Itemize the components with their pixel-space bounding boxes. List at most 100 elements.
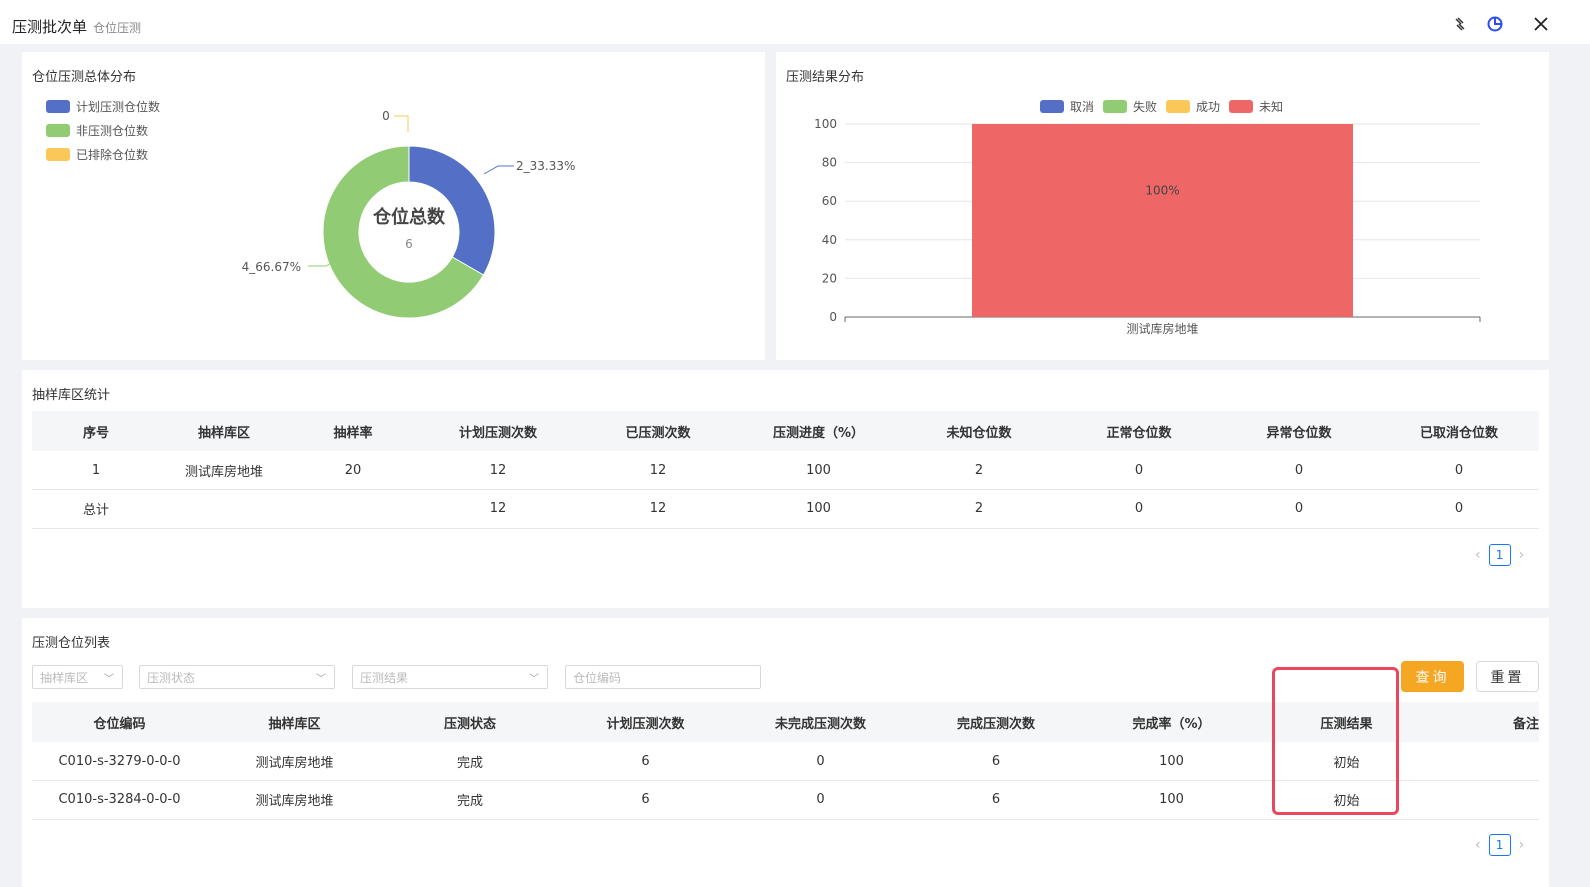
table-cell: 0 — [1219, 451, 1379, 490]
next-page-icon[interactable]: › — [1519, 547, 1525, 563]
column-header: 完成压测次数 — [908, 702, 1084, 742]
table-cell: 测试库房地堆 — [160, 451, 288, 490]
chevron-down-icon: ﹀ — [316, 674, 326, 685]
table-cell: 0 — [1379, 451, 1539, 490]
column-header: 压测状态 — [382, 702, 558, 742]
prev-page-icon[interactable]: ‹ — [1475, 837, 1481, 853]
zone-select[interactable]: 抽样库区 ﹀ — [32, 665, 123, 689]
column-header: 正常仓位数 — [1059, 411, 1219, 451]
donut-center-label: 仓位总数 — [372, 206, 446, 228]
link-icon[interactable] — [1450, 14, 1470, 34]
table-cell — [1434, 742, 1539, 781]
prev-page-icon[interactable]: ‹ — [1475, 547, 1481, 563]
status-select[interactable]: 压测状态 ﹀ — [139, 665, 335, 689]
table-cell: 0 — [733, 780, 908, 820]
pie-chart-icon[interactable] — [1485, 14, 1505, 34]
bar-panel: 压测结果分布 取消 失败 成功 未知 100 80 60 40 20 0 100% 测试库房… — [776, 52, 1549, 360]
column-header: 异常仓位数 — [1219, 411, 1379, 451]
table-row: 1 测试库房地堆 20 12 12 100 2 0 0 0 — [32, 451, 1539, 490]
y-tick-label: 0 — [829, 310, 837, 324]
table-cell: 12 — [578, 489, 738, 529]
column-header: 未完成压测次数 — [733, 702, 908, 742]
bar-chart: 100 80 60 40 20 0 100% 测试库房地堆 — [814, 117, 1481, 336]
slice-label-excluded: 0 — [382, 109, 390, 123]
y-tick-label: 80 — [822, 156, 837, 170]
table-cell: 2 — [899, 451, 1059, 490]
chevron-down-icon: ﹀ — [104, 674, 114, 685]
slice-label-non: 4_66.67% — [242, 260, 301, 274]
chevron-down-icon: ﹀ — [529, 674, 539, 685]
column-header: 计划压测次数 — [418, 411, 578, 451]
status-select-placeholder: 压测状态 — [147, 670, 196, 685]
table-cell: 测试库房地堆 — [207, 780, 382, 820]
x-category-label: 测试库房地堆 — [1126, 321, 1198, 336]
table-cell: 完成 — [382, 742, 558, 781]
zone-select-placeholder: 抽样库区 — [40, 670, 89, 685]
y-tick-label: 20 — [822, 271, 837, 285]
donut-center-value: 6 — [405, 237, 413, 251]
column-header: 已压测次数 — [578, 411, 738, 451]
bar-unknown[interactable] — [972, 124, 1353, 317]
slice-label-planned: 2_33.33% — [516, 159, 575, 173]
column-header: 完成率（%） — [1084, 702, 1259, 742]
table-cell: 100 — [738, 489, 899, 529]
page-title: 压测批次单 仓位压测 — [12, 16, 141, 37]
table-cell: 2 — [899, 489, 1059, 529]
y-tick-label: 40 — [822, 233, 837, 247]
sample-stats-panel: 抽样库区统计 序号 抽样库区 抽样率 计划压测次数 已压测次数 压测进度（%） 未知仓位数正… — [22, 370, 1549, 608]
table-cell: 6 — [908, 780, 1084, 820]
page-header: 压测批次单 仓位压测 — [0, 0, 1590, 44]
result-select-placeholder: 压测结果 — [360, 670, 409, 685]
table-cell: 0 — [1379, 489, 1539, 529]
table-cell: 12 — [418, 489, 578, 529]
leader-line-planned — [483, 165, 514, 175]
table-cell: 100 — [738, 451, 899, 490]
table-row: C010-s-3279-0-0-0 测试库房地堆 完成 6 0 6 100 初始 — [32, 742, 1539, 781]
y-tick-label: 100 — [814, 117, 837, 131]
page-title-text: 压测批次单 — [12, 18, 88, 36]
table-row: 总计 12 12 100 2 0 0 0 — [32, 489, 1539, 529]
column-header: 压测进度（%） — [738, 411, 899, 451]
position-code-placeholder: 仓位编码 — [573, 670, 622, 685]
table-row: C010-s-3284-0-0-0 测试库房地堆 完成 6 0 6 100 初始 — [32, 780, 1539, 820]
table-cell: 20 — [288, 451, 418, 490]
list-panel-title: 压测仓位列表 — [32, 636, 111, 651]
position-code-input[interactable]: 仓位编码 — [565, 665, 761, 689]
position-list-table: 仓位编码 抽样库区 压测状态 计划压测次数 未完成压测次数 完成压测次数 完成率（%） 压测结… — [32, 702, 1539, 820]
table-cell: 0 — [1219, 489, 1379, 529]
table-cell — [288, 489, 418, 529]
result-select[interactable]: 压测结果 ﹀ — [352, 665, 548, 689]
donut-panel: 仓位压测总体分布 计划压测仓位数 非压测仓位数 已排除仓位数 0 2_33.33… — [22, 52, 765, 360]
table-cell: 6 — [558, 742, 733, 781]
column-header: 已取消仓位数 — [1379, 411, 1539, 451]
table-cell: C010-s-3279-0-0-0 — [32, 742, 207, 781]
column-header: 序号 — [32, 411, 160, 451]
table-cell: 6 — [558, 780, 733, 820]
donut-chart: 0 2_33.33% 4_66.67% 仓位总数 6 — [242, 109, 575, 319]
column-header: 抽样库区 — [207, 702, 382, 742]
list-pager: ‹ 1 › — [1475, 834, 1524, 856]
table-cell: 初始 — [1259, 780, 1434, 820]
table-cell — [1434, 780, 1539, 820]
next-page-icon[interactable]: › — [1519, 837, 1525, 853]
table-cell: 12 — [418, 451, 578, 490]
query-button[interactable]: 查询 — [1401, 661, 1464, 692]
column-header: 抽样库区 — [160, 411, 288, 451]
column-header: 备注 — [1434, 702, 1539, 742]
table-cell: 初始 — [1259, 742, 1434, 781]
table-cell: 12 — [578, 451, 738, 490]
table-cell: 0 — [733, 742, 908, 781]
sample-pager: ‹ 1 › — [1475, 544, 1524, 566]
sample-stats-table: 序号 抽样库区 抽样率 计划压测次数 已压测次数 压测进度（%） 未知仓位数 正常仓位数 异常仓… — [32, 411, 1539, 529]
reset-button[interactable]: 重置 — [1476, 661, 1539, 692]
page-number-button[interactable]: 1 — [1488, 544, 1511, 566]
table-cell: 100 — [1084, 780, 1259, 820]
table-cell: 1 — [32, 451, 160, 490]
close-icon[interactable] — [1531, 14, 1551, 34]
page-number-button[interactable]: 1 — [1488, 834, 1511, 856]
column-header: 抽样率 — [288, 411, 418, 451]
table-cell — [160, 489, 288, 529]
leader-line-excluded — [394, 115, 409, 132]
table-cell: C010-s-3284-0-0-0 — [32, 780, 207, 820]
column-header: 计划压测次数 — [558, 702, 733, 742]
